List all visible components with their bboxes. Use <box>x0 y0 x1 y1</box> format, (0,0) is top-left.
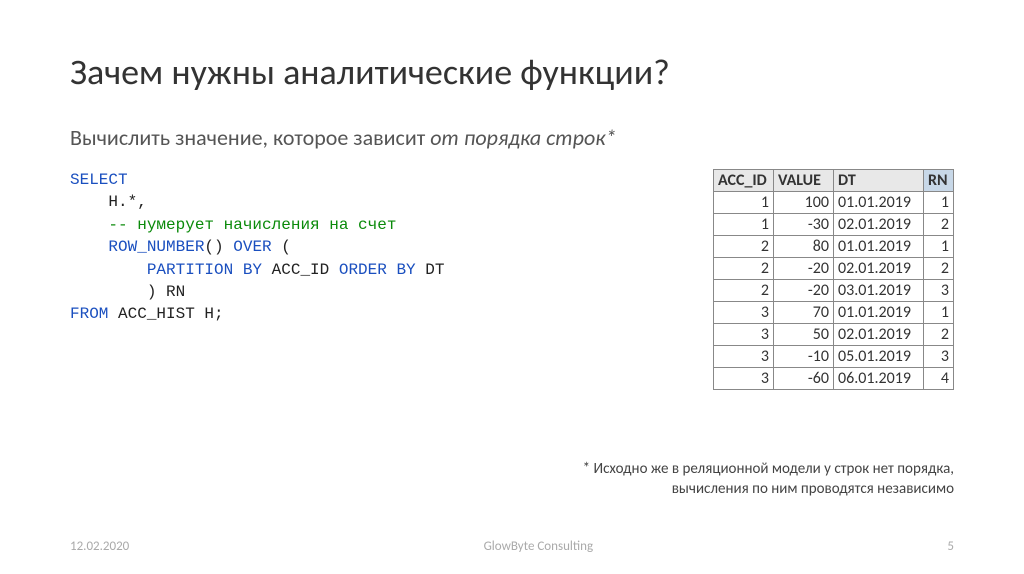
cell-rn: 2 <box>924 258 954 280</box>
cell-val: -20 <box>774 280 834 302</box>
cell-val: -60 <box>774 368 834 390</box>
table-body: 110001.01.201911-3002.01.2019228001.01.2… <box>714 192 954 390</box>
cell-acc: 3 <box>714 302 774 324</box>
cell-acc: 1 <box>714 192 774 214</box>
cell-rn: 4 <box>924 368 954 390</box>
sql-code-block: SELECT H.*, -- нумерует начисления на сч… <box>70 169 673 390</box>
code-text: () <box>204 238 233 256</box>
cell-dt: 02.01.2019 <box>834 324 924 346</box>
th-value: VALUE <box>774 170 834 192</box>
table-header-row: ACC_ID VALUE DT RN <box>714 170 954 192</box>
cell-acc: 2 <box>714 236 774 258</box>
cell-dt: 05.01.2019 <box>834 346 924 368</box>
cell-dt: 02.01.2019 <box>834 214 924 236</box>
code-indent <box>70 238 108 256</box>
table-row: 110001.01.20191 <box>714 192 954 214</box>
table-row: 37001.01.20191 <box>714 302 954 324</box>
kw-select: SELECT <box>70 171 128 189</box>
table-row: 1-3002.01.20192 <box>714 214 954 236</box>
table-row: 2-2002.01.20192 <box>714 258 954 280</box>
subtitle-emphasis: от порядка строк* <box>430 124 616 151</box>
cell-rn: 3 <box>924 280 954 302</box>
cell-dt: 06.01.2019 <box>834 368 924 390</box>
cell-val: 100 <box>774 192 834 214</box>
kw-partition: PARTITION BY <box>147 261 262 279</box>
cell-val: 70 <box>774 302 834 324</box>
kw-rownumber: ROW_NUMBER <box>108 238 204 256</box>
code-comment: -- нумерует начисления на счет <box>70 216 396 234</box>
cell-acc: 3 <box>714 346 774 368</box>
table-row: 28001.01.20191 <box>714 236 954 258</box>
cell-rn: 3 <box>924 346 954 368</box>
slide-title: Зачем нужны аналитические функции? <box>70 50 954 94</box>
cell-val: -30 <box>774 214 834 236</box>
cell-dt: 01.01.2019 <box>834 192 924 214</box>
footer-date: 12.02.2020 <box>70 539 129 554</box>
cell-acc: 2 <box>714 258 774 280</box>
kw-over: OVER <box>233 238 271 256</box>
cell-rn: 1 <box>924 302 954 324</box>
table-row: 35002.01.20192 <box>714 324 954 346</box>
th-dt: DT <box>834 170 924 192</box>
cell-acc: 3 <box>714 324 774 346</box>
code-indent <box>70 261 147 279</box>
kw-from: FROM <box>70 305 108 323</box>
code-line: H.*, <box>70 193 147 211</box>
footer-org: GlowByte Consulting <box>484 539 594 554</box>
result-table: ACC_ID VALUE DT RN 110001.01.201911-3002… <box>713 169 954 390</box>
cell-acc: 3 <box>714 368 774 390</box>
cell-val: -10 <box>774 346 834 368</box>
th-acc-id: ACC_ID <box>714 170 774 192</box>
cell-dt: 02.01.2019 <box>834 258 924 280</box>
subtitle-text: Вычислить значение, которое зависит <box>70 124 430 151</box>
content-area: SELECT H.*, -- нумерует начисления на сч… <box>70 169 954 390</box>
footer-page: 5 <box>947 539 954 554</box>
kw-orderby: ORDER BY <box>339 261 416 279</box>
code-text: ACC_HIST H; <box>108 305 223 323</box>
result-table-wrap: ACC_ID VALUE DT RN 110001.01.201911-3002… <box>713 169 954 390</box>
cell-acc: 2 <box>714 280 774 302</box>
table-row: 2-2003.01.20193 <box>714 280 954 302</box>
cell-dt: 01.01.2019 <box>834 236 924 258</box>
cell-dt: 01.01.2019 <box>834 302 924 324</box>
footer: 12.02.2020 GlowByte Consulting 5 <box>0 539 1024 554</box>
code-text: DT <box>416 261 445 279</box>
cell-rn: 2 <box>924 214 954 236</box>
table-row: 3-6006.01.20194 <box>714 368 954 390</box>
cell-rn: 1 <box>924 192 954 214</box>
footnote: * Исходно же в реляционной модели у стро… <box>514 460 954 499</box>
cell-val: 50 <box>774 324 834 346</box>
cell-val: 80 <box>774 236 834 258</box>
cell-val: -20 <box>774 258 834 280</box>
cell-rn: 2 <box>924 324 954 346</box>
cell-rn: 1 <box>924 236 954 258</box>
code-text: ACC_ID <box>262 261 339 279</box>
code-line: ) RN <box>70 283 185 301</box>
cell-acc: 1 <box>714 214 774 236</box>
slide-subtitle: Вычислить значение, которое зависит от п… <box>70 124 954 151</box>
code-text: ( <box>272 238 291 256</box>
cell-dt: 03.01.2019 <box>834 280 924 302</box>
th-rn: RN <box>924 170 954 192</box>
table-row: 3-1005.01.20193 <box>714 346 954 368</box>
